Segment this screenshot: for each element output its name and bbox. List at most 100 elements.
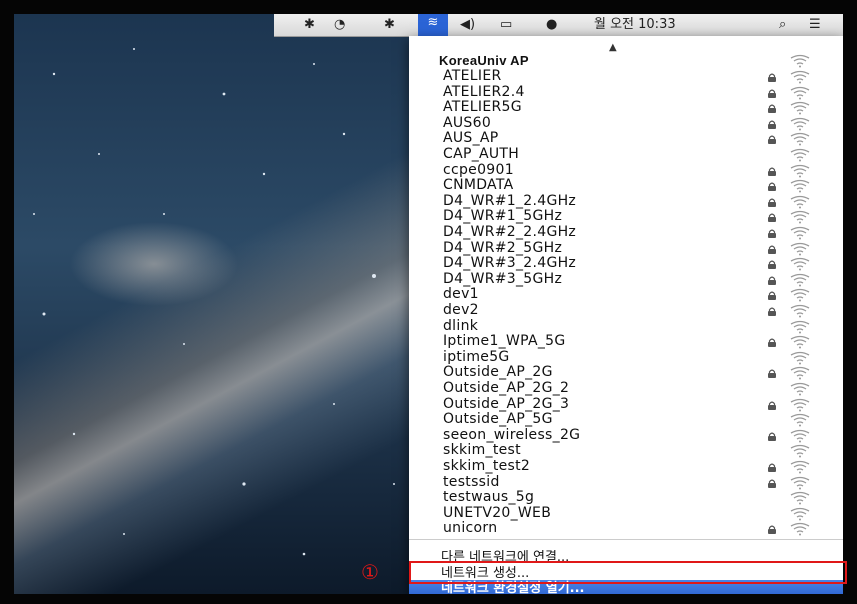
lock-icon <box>768 167 776 176</box>
network-item[interactable]: Outside_AP_2G_3 <box>443 396 569 413</box>
network-item[interactable]: testwaus_5g <box>443 490 534 506</box>
network-item[interactable]: D4_WR#3_2.4GHz <box>443 256 576 272</box>
wifi-signal-icon <box>790 460 810 474</box>
desktop-wallpaper: ✱ ◔ ✱ ≋ ◀) ▭ ● 월 오전 10:33 ⌕ ☰ ▲ KoreaUni… <box>14 14 843 594</box>
lock-icon <box>768 463 776 472</box>
input-source-icon[interactable]: ● <box>546 16 557 34</box>
wifi-signal-icon <box>790 492 810 505</box>
network-item[interactable]: ATELIER <box>443 68 502 85</box>
network-item[interactable]: AUS60 <box>443 115 491 132</box>
wifi-signal-icon <box>790 398 810 412</box>
screenshot-frame: ✱ ◔ ✱ ≋ ◀) ▭ ● 월 오전 10:33 ⌕ ☰ ▲ KoreaUni… <box>0 0 857 604</box>
network-item[interactable]: CAP_AUTH <box>443 146 519 163</box>
wifi-signal-icon <box>790 304 810 318</box>
scroll-up-arrow-icon[interactable]: ▲ <box>609 42 617 53</box>
network-item[interactable]: D4_WR#1_2.4GHz <box>443 193 576 210</box>
menu-bar: ✱ ◔ ✱ ≋ ◀) ▭ ● 월 오전 10:33 ⌕ ☰ <box>274 14 843 37</box>
network-item[interactable]: AUS_AP <box>443 131 499 147</box>
wifi-signal-icon <box>790 320 810 334</box>
network-item[interactable]: UNETV20_WEB <box>443 505 551 522</box>
lock-icon <box>768 479 776 488</box>
lock-icon <box>768 182 776 192</box>
network-item[interactable]: seeon_wireless_2G <box>443 427 580 444</box>
battery-icon[interactable]: ▭ <box>500 16 512 34</box>
lock-icon <box>768 198 776 207</box>
lock-icon <box>768 369 776 379</box>
lock-icon <box>768 135 776 145</box>
bluetooth-status-icon[interactable]: ✱ <box>304 16 315 34</box>
network-item[interactable]: dev2 <box>443 302 479 319</box>
network-item[interactable]: skkim_test <box>443 443 521 459</box>
wifi-signal-icon <box>790 476 810 490</box>
lock-icon <box>768 525 776 535</box>
bluetooth-icon[interactable]: ✱ <box>384 16 395 34</box>
wifi-signal-icon <box>790 54 810 68</box>
menubar-clock[interactable]: 월 오전 10:33 <box>594 16 676 34</box>
lock-icon <box>768 73 776 82</box>
wifi-signal-icon <box>790 164 810 178</box>
lock-icon <box>768 104 776 114</box>
wifi-menu-icon[interactable]: ≋ <box>418 14 448 36</box>
wifi-signal-icon <box>790 429 810 443</box>
lock-icon <box>768 89 776 98</box>
volume-icon[interactable]: ◀) <box>460 16 475 34</box>
wifi-signal-icon <box>790 258 810 271</box>
menu-separator <box>409 539 843 540</box>
current-network-label[interactable]: KoreaUniv AP <box>439 53 785 69</box>
wifi-signal-icon <box>790 102 810 115</box>
wifi-signal-icon <box>790 367 810 380</box>
wifi-signal-icon <box>790 133 810 146</box>
wifi-signal-icon <box>790 211 810 224</box>
annotation-highlight-box <box>409 561 847 584</box>
lock-icon <box>768 401 776 410</box>
network-item[interactable]: D4_WR#2_5GHz <box>443 240 562 257</box>
wifi-signal-icon <box>790 226 810 240</box>
network-item[interactable]: ATELIER5G <box>443 100 522 116</box>
lock-icon <box>768 432 776 441</box>
network-item[interactable]: skkim_test2 <box>443 458 530 475</box>
time-machine-icon[interactable]: ◔ <box>334 16 345 34</box>
network-item[interactable]: dev1 <box>443 287 479 303</box>
wifi-signal-icon <box>790 117 810 131</box>
wifi-signal-icon <box>790 273 810 287</box>
lock-icon <box>768 276 776 285</box>
wifi-dropdown-menu: ▲ KoreaUniv AP ATELIER ATELIER2.4 ATELIER5… <box>409 36 843 594</box>
lock-icon <box>768 338 776 348</box>
lock-icon <box>768 120 776 129</box>
wifi-signal-icon <box>790 70 810 84</box>
network-item[interactable]: Outside_AP_2G <box>443 365 553 381</box>
wifi-signal-icon <box>790 336 810 349</box>
network-item[interactable]: D4_WR#1_5GHz <box>443 209 562 225</box>
wifi-signal-icon <box>790 523 810 536</box>
network-item[interactable]: dlink <box>443 318 478 335</box>
wifi-signal-icon <box>790 289 810 302</box>
wifi-signal-icon <box>790 507 810 521</box>
network-item[interactable]: D4_WR#2_2.4GHz <box>443 224 576 241</box>
network-item[interactable]: iptime5G <box>443 349 510 366</box>
network-item[interactable]: testssid <box>443 474 500 491</box>
annotation-marker: ① <box>361 560 379 584</box>
wifi-signal-icon <box>790 445 810 458</box>
network-item[interactable]: Outside_AP_5G <box>443 412 553 428</box>
wifi-signal-icon <box>790 195 810 209</box>
network-item[interactable]: CNMDATA <box>443 178 514 194</box>
wifi-signal-icon <box>790 382 810 396</box>
network-item[interactable]: ATELIER2.4 <box>443 84 525 101</box>
lock-icon <box>768 260 776 270</box>
notification-center-icon[interactable]: ☰ <box>809 16 821 34</box>
wifi-signal-icon <box>790 242 810 256</box>
spotlight-icon[interactable]: ⌕ <box>779 16 786 34</box>
wifi-signal-icon <box>790 148 810 162</box>
network-item[interactable]: ccpe0901 <box>443 162 514 179</box>
network-item[interactable]: D4_WR#3_5GHz <box>443 271 562 288</box>
lock-icon <box>768 229 776 238</box>
network-item[interactable]: unicorn <box>443 521 497 537</box>
wifi-signal-icon <box>790 180 810 193</box>
lock-icon <box>768 213 776 223</box>
wifi-signal-icon <box>790 414 810 427</box>
lock-icon <box>768 291 776 301</box>
network-item[interactable]: Outside_AP_2G_2 <box>443 380 569 397</box>
network-item[interactable]: Iptime1_WPA_5G <box>443 334 565 350</box>
wifi-signal-icon <box>790 351 810 365</box>
wifi-signal-icon <box>790 86 810 100</box>
